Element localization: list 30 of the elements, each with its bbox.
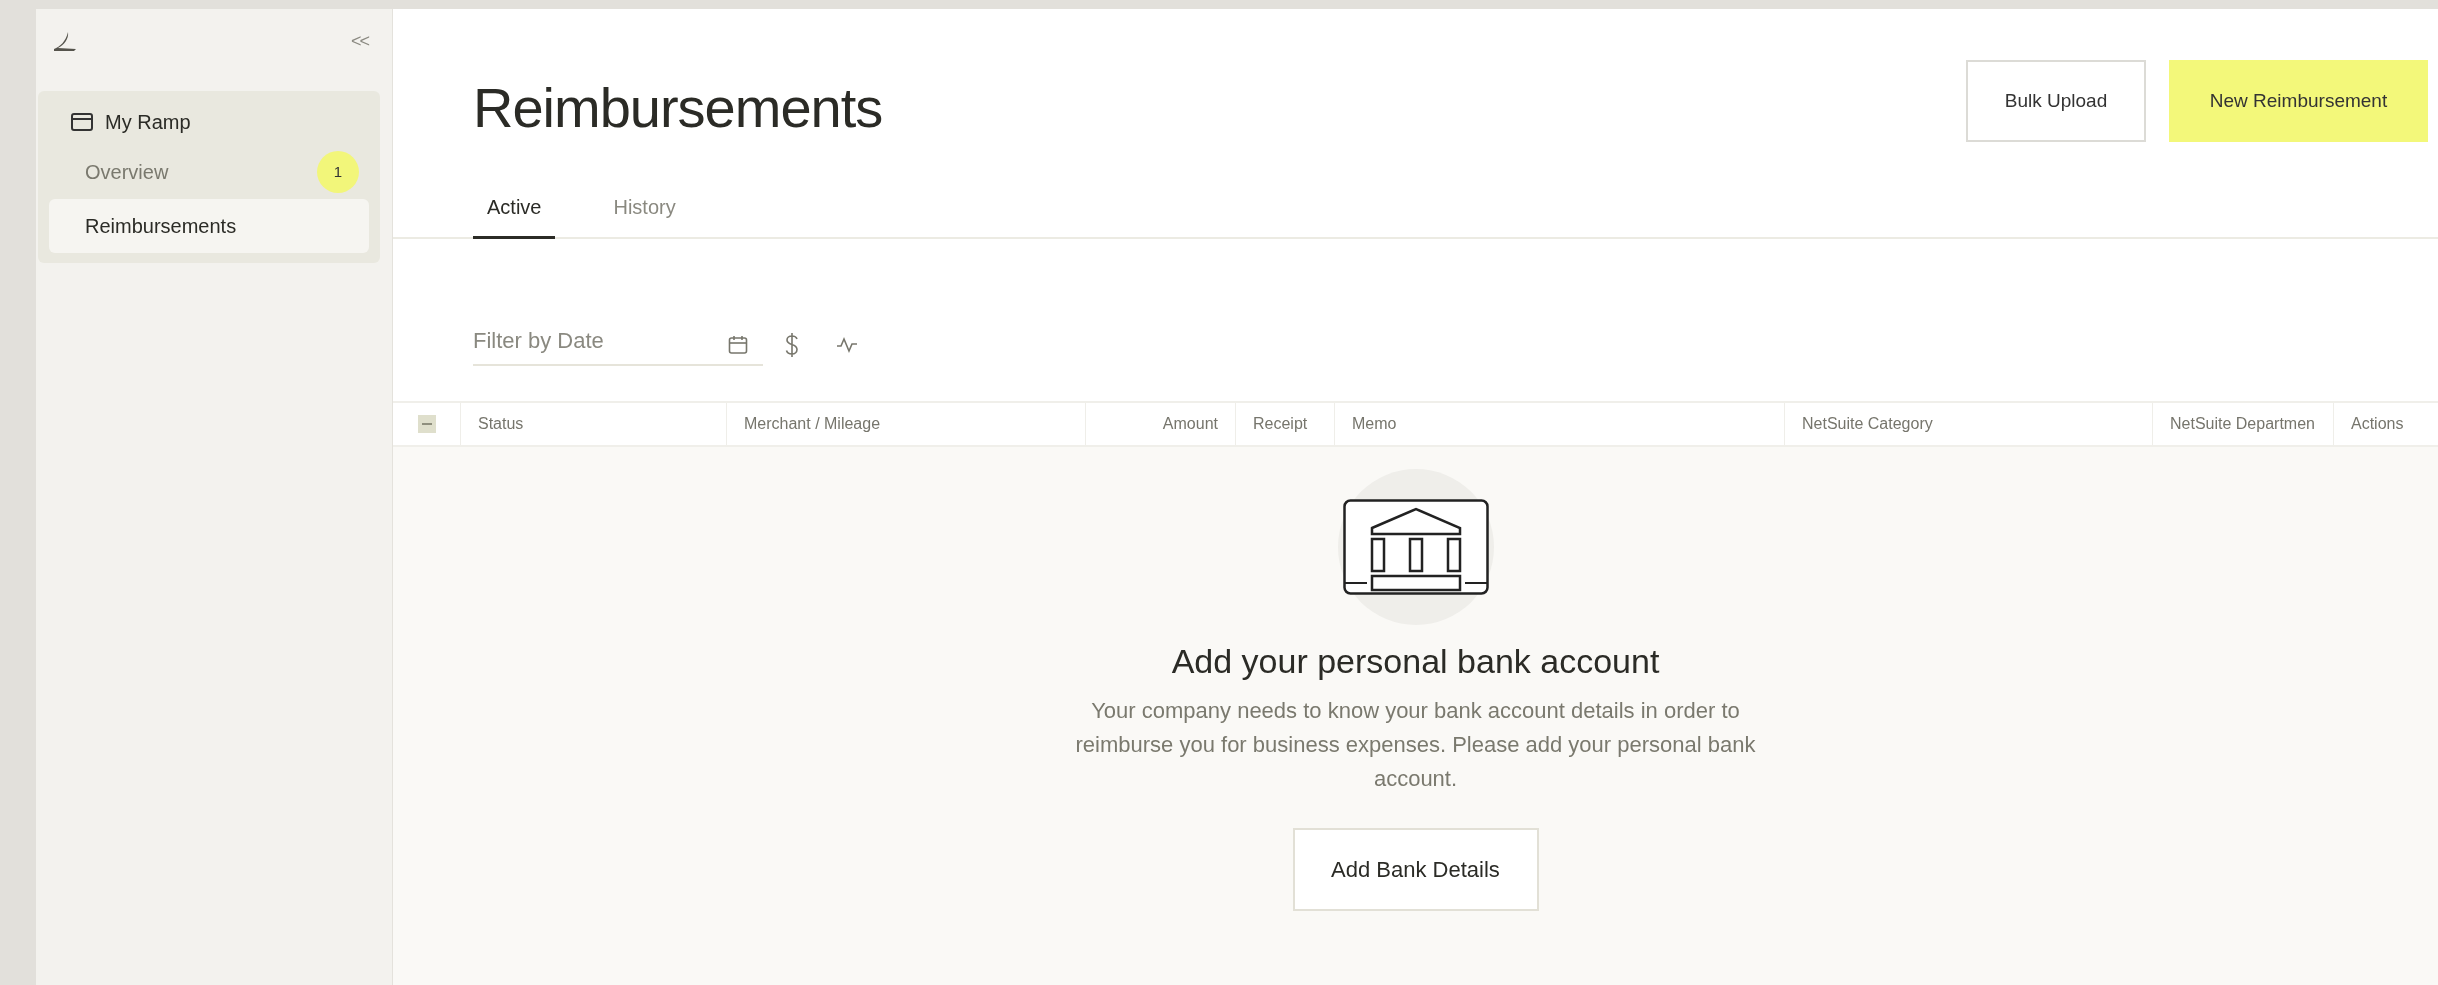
add-bank-details-button[interactable]: Add Bank Details: [1292, 827, 1539, 911]
column-header[interactable]: Receipt: [1235, 403, 1334, 445]
sidebar-item-label: Overview: [85, 160, 169, 185]
column-header[interactable]: Amount: [1085, 403, 1235, 445]
column-header[interactable]: Merchant / Mileage: [726, 403, 1085, 445]
column-header[interactable]: Actions: [2333, 403, 2438, 445]
logo-icon: [52, 31, 78, 51]
empty-state-title: Add your personal bank account: [1171, 641, 1660, 682]
column-header[interactable]: NetSuite Departmen: [2152, 403, 2333, 445]
tab[interactable]: Active: [473, 182, 556, 239]
empty-state-message: Your company needs to know your bank account details in order to reimburse you for business expenses. Please add your personal bank account.: [1074, 696, 1757, 793]
sidebar-item[interactable]: Overview 1: [49, 145, 369, 199]
tab[interactable]: History: [599, 182, 690, 239]
nav-group-label[interactable]: My Ramp: [105, 107, 191, 137]
bulk-upload-button[interactable]: Bulk Upload: [1966, 60, 2146, 142]
sidebar-item[interactable]: Reimbursements: [49, 199, 369, 253]
page-title: Reimbursements: [473, 75, 883, 141]
count-badge: 1: [317, 151, 359, 193]
bank-icon: [1342, 499, 1489, 595]
card-icon: [71, 113, 93, 131]
column-header[interactable]: Memo: [1334, 403, 1784, 445]
calendar-icon[interactable]: [728, 335, 748, 355]
collapse-button[interactable]: <<: [350, 27, 368, 55]
new-reimbursement-button[interactable]: New Reimbursement: [2169, 60, 2428, 142]
activity-icon[interactable]: [836, 336, 858, 354]
select-all-checkbox[interactable]: [417, 415, 436, 433]
column-header[interactable]: Status: [460, 403, 726, 445]
dollar-icon[interactable]: [784, 332, 800, 358]
column-header[interactable]: NetSuite Category: [1784, 403, 2152, 445]
date-filter-field[interactable]: Filter by Date: [473, 324, 763, 366]
